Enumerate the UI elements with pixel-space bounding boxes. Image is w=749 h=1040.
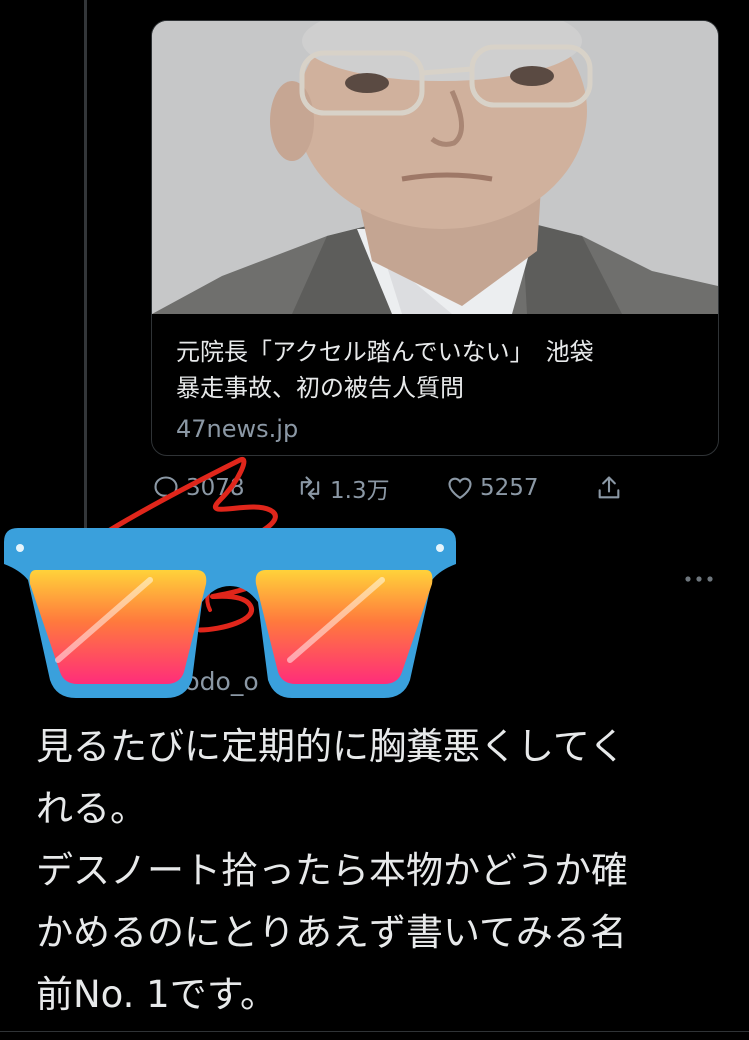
tweet-action-bar: 3078 1.3万 5257 — [151, 468, 671, 508]
like-count: 5257 — [480, 475, 539, 501]
more-dots-icon — [685, 576, 713, 582]
card-title-line: 元院長「アクセル踏んでいない」 池袋 — [176, 338, 594, 366]
retweet-button[interactable]: 1.3万 — [295, 468, 390, 508]
card-image[interactable] — [152, 21, 718, 314]
card-title-line: 暴走事故、初の被告人質問 — [176, 374, 464, 402]
like-button[interactable]: 5257 — [445, 468, 539, 508]
share-button[interactable] — [594, 468, 629, 508]
reply-button[interactable]: 3078 — [151, 468, 245, 508]
card-title: 元院長「アクセル踏んでいない」 池袋 暴走事故、初の被告人質問 — [176, 334, 698, 406]
retweet-count: 1.3万 — [330, 478, 390, 504]
card-domain: 47news.jp — [176, 415, 299, 443]
reply-icon — [151, 473, 181, 503]
author-handle[interactable]: kyodo_o — [156, 666, 259, 698]
divider — [0, 1031, 749, 1032]
card-body: 元院長「アクセル踏んでいない」 池袋 暴走事故、初の被告人質問 47news.j… — [176, 334, 698, 444]
tweet-text-line: れる。 — [36, 787, 147, 830]
tweet-text-line: 見るたびに定期的に胸糞悪くしてく — [36, 725, 626, 768]
retweet-icon — [295, 473, 325, 503]
more-options-button[interactable] — [684, 567, 714, 591]
tweet-text: 見るたびに定期的に胸糞悪くしてく れる。 デスノート拾ったら本物かどうか確 かめ… — [36, 716, 716, 1026]
share-icon — [594, 473, 624, 503]
thread-line — [84, 0, 87, 535]
tweet-text-line: デスノート拾ったら本物かどうか確 — [36, 849, 628, 892]
heart-icon — [445, 473, 475, 503]
link-preview-card[interactable]: 元院長「アクセル踏んでいない」 池袋 暴走事故、初の被告人質問 47news.j… — [151, 20, 719, 456]
tweet-text-line: かめるのにとりあえず書いてみる名 — [36, 911, 627, 954]
reply-count: 3078 — [186, 475, 245, 501]
news-photo — [152, 21, 718, 314]
tweet-text-line: 前No. 1です。 — [36, 973, 278, 1016]
